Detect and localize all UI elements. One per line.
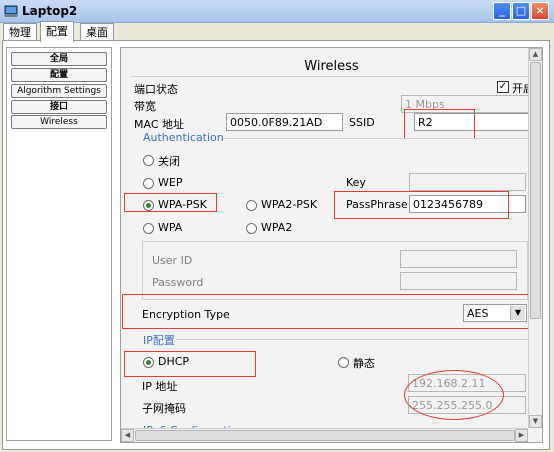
vertical-scrollbar[interactable]: ▲ ▼ [528, 48, 542, 428]
password-label: Password [152, 276, 204, 289]
subnet-mask-label: 子网掩码 [142, 402, 186, 415]
key-field[interactable] [409, 173, 526, 191]
title-bar [0, 0, 554, 23]
passphrase-highlight [334, 191, 509, 219]
bandwidth-label: 带宽 [134, 100, 156, 113]
window-title: Laptop2 [22, 4, 78, 18]
user-id-label: User ID [152, 254, 193, 267]
ip-highlight-oval [404, 370, 504, 420]
ssid-highlight [404, 109, 475, 139]
radio-static[interactable] [338, 357, 349, 368]
wpa-psk-highlight [124, 193, 217, 212]
horizontal-scroll-thumb[interactable] [135, 430, 515, 441]
auth-disable-label: 关闭 [158, 155, 180, 168]
auth-wpa-label: WPA [158, 221, 183, 234]
auth-divider [221, 138, 531, 139]
tab-config[interactable]: 配置 [40, 21, 74, 42]
port-status-checkbox[interactable]: ✓ [497, 81, 509, 93]
menu-global[interactable]: 全局 [11, 52, 107, 66]
radio-auth-wpa[interactable] [143, 223, 154, 234]
close-icon: × [535, 4, 545, 17]
scroll-left-icon[interactable]: ◀ [121, 429, 134, 442]
scroll-down-icon[interactable]: ▼ [529, 415, 542, 428]
minimize-icon: _ [499, 4, 505, 17]
mac-address-label: MAC 地址 [134, 118, 184, 131]
radio-auth-disable[interactable] [143, 155, 154, 166]
ip-config-divider [176, 339, 531, 340]
tab-desktop[interactable]: 桌面 [80, 23, 114, 41]
menu-algorithm-settings[interactable]: Algorithm Settings [11, 84, 107, 98]
vertical-scroll-thumb[interactable] [530, 62, 541, 319]
port-status-label: 端口状态 [134, 83, 178, 96]
maximize-icon: □ [515, 4, 527, 17]
password-field[interactable] [400, 272, 517, 290]
maximize-button[interactable]: □ [512, 2, 530, 20]
authentication-title: Authentication [143, 131, 224, 144]
mac-address-field[interactable]: 0050.0F89.21AD [226, 113, 343, 131]
close-button[interactable]: × [531, 2, 549, 20]
auth-wpa2-psk-label: WPA2-PSK [261, 198, 318, 211]
auth-wep-label: WEP [158, 176, 183, 189]
panel-heading: Wireless [304, 59, 359, 74]
encryption-highlight [122, 294, 532, 329]
heading-divider [131, 76, 542, 77]
radio-auth-wpa2-psk[interactable] [246, 200, 257, 211]
scroll-right-icon[interactable]: ▶ [515, 429, 528, 442]
user-id-field[interactable] [400, 250, 517, 268]
dhcp-highlight [124, 351, 256, 377]
tab-physical[interactable]: 物理 [3, 23, 37, 41]
minimize-button[interactable]: _ [493, 2, 511, 20]
config-menu: 全局 配置 Algorithm Settings 接口 Wireless [6, 47, 112, 441]
ip-address-label: IP 地址 [142, 380, 178, 393]
auth-wpa2-label: WPA2 [261, 221, 293, 234]
scroll-up-icon[interactable]: ▲ [529, 48, 542, 61]
laptop-icon [4, 5, 18, 17]
menu-settings[interactable]: 配置 [11, 68, 107, 82]
horizontal-scrollbar[interactable]: ◀ ▶ [121, 428, 528, 442]
wireless-panel: Wireless 端口状态 ✓ 开启 带宽 1 Mbps MAC 地址 0050… [120, 47, 543, 443]
radio-auth-wep[interactable] [143, 178, 154, 189]
static-label: 静态 [353, 357, 375, 370]
ip-config-title: IP配置 [143, 334, 175, 347]
key-label: Key [346, 176, 366, 189]
radio-auth-wpa2[interactable] [246, 223, 257, 234]
menu-wireless[interactable]: Wireless [11, 115, 107, 129]
menu-interface[interactable]: 接口 [11, 100, 107, 114]
ssid-label: SSID [349, 116, 375, 129]
